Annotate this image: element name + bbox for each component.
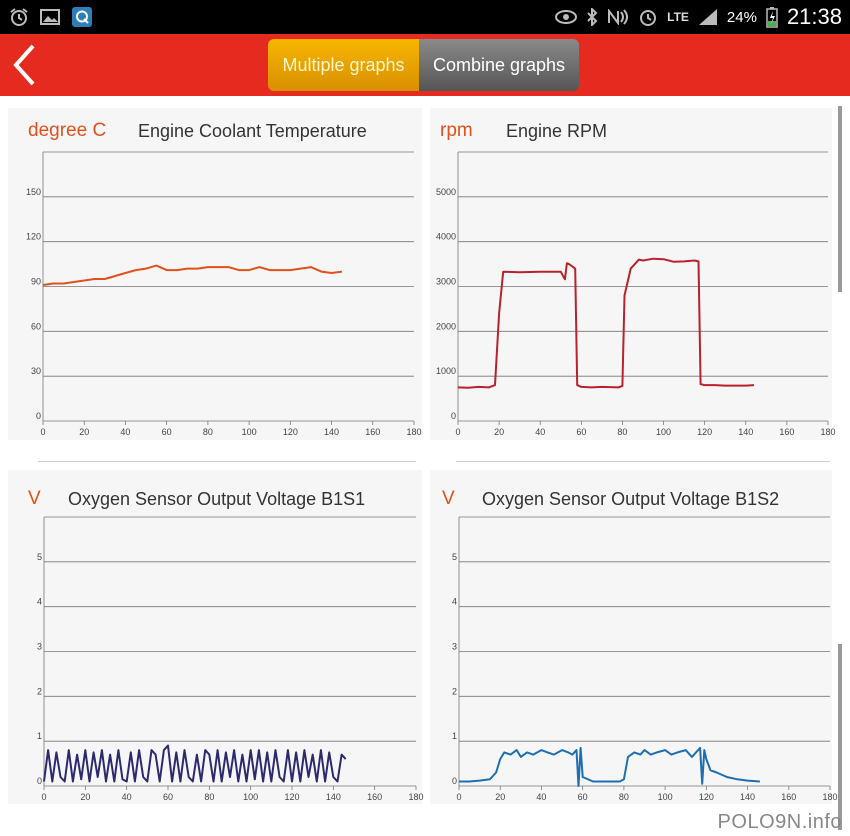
y-tick-label: 2 [37,686,42,696]
x-tick-label: 140 [324,427,339,437]
y-tick-label: 30 [31,366,41,376]
x-tick-label: 120 [697,427,712,437]
y-tick-label: 2000 [436,321,456,331]
x-tick-label: 180 [406,427,421,437]
x-tick-label: 40 [535,427,545,437]
x-tick-label: 60 [576,427,586,437]
x-tick-label: 40 [536,792,546,802]
x-tick-label: 20 [80,792,90,802]
y-tick-label: 1000 [436,366,456,376]
y-tick-label: 3 [37,642,42,652]
x-tick-label: 120 [699,792,714,802]
series-line [43,744,347,783]
x-tick-label: 120 [283,427,298,437]
x-tick-label: 100 [243,792,258,802]
x-tick-label: 80 [617,427,627,437]
y-tick-label: 60 [31,321,41,331]
x-tick-label: 160 [365,427,380,437]
x-tick-label: 0 [455,427,460,437]
x-tick-label: 100 [656,427,671,437]
series-line [42,264,343,286]
x-tick-label: 140 [740,792,755,802]
x-tick-label: 100 [658,792,673,802]
x-tick-label: 160 [367,792,382,802]
series-line [459,746,760,787]
x-tick-label: 20 [79,427,89,437]
x-tick-label: 180 [820,427,835,437]
y-tick-label: 5000 [436,187,456,197]
x-tick-label: 40 [122,792,132,802]
x-tick-label: 0 [40,427,45,437]
y-tick-label: 0 [452,776,457,786]
x-tick-label: 40 [120,427,130,437]
y-tick-label: 0 [451,411,456,421]
x-tick-label: 80 [619,792,629,802]
y-tick-label: 4000 [436,232,456,242]
y-tick-label: 2 [452,686,457,696]
y-tick-label: 0 [37,776,42,786]
x-tick-label: 60 [578,792,588,802]
x-tick-label: 100 [242,427,257,437]
y-tick-label: 3 [452,642,457,652]
y-tick-label: 4 [37,597,42,607]
charts-layer: 03060901201500 20 40 60 80 100 120 140 160 180010… [26,151,838,802]
x-tick-label: 80 [204,792,214,802]
y-tick-label: 4 [452,597,457,607]
x-tick-label: 180 [822,792,837,802]
x-tick-label: 180 [408,792,423,802]
y-tick-label: 3000 [436,277,456,287]
series-line [457,257,755,389]
x-tick-label: 20 [495,792,505,802]
y-tick-label: 5 [452,552,457,562]
y-tick-label: 120 [26,232,41,242]
x-tick-label: 0 [456,792,461,802]
y-tick-label: 0 [36,411,41,421]
x-tick-label: 120 [284,792,299,802]
x-tick-label: 20 [494,427,504,437]
x-tick-label: 140 [326,792,341,802]
x-tick-label: 0 [41,792,46,802]
y-tick-label: 5 [37,552,42,562]
x-tick-label: 80 [203,427,213,437]
x-tick-label: 160 [781,792,796,802]
x-tick-label: 160 [779,427,794,437]
watermark: POLO9N.info [717,811,842,833]
y-tick-label: 1 [37,731,42,741]
y-tick-label: 90 [31,277,41,287]
x-tick-label: 140 [738,427,753,437]
x-tick-label: 60 [162,427,172,437]
y-tick-label: 150 [26,187,41,197]
y-tick-label: 1 [452,731,457,741]
x-tick-label: 60 [163,792,173,802]
